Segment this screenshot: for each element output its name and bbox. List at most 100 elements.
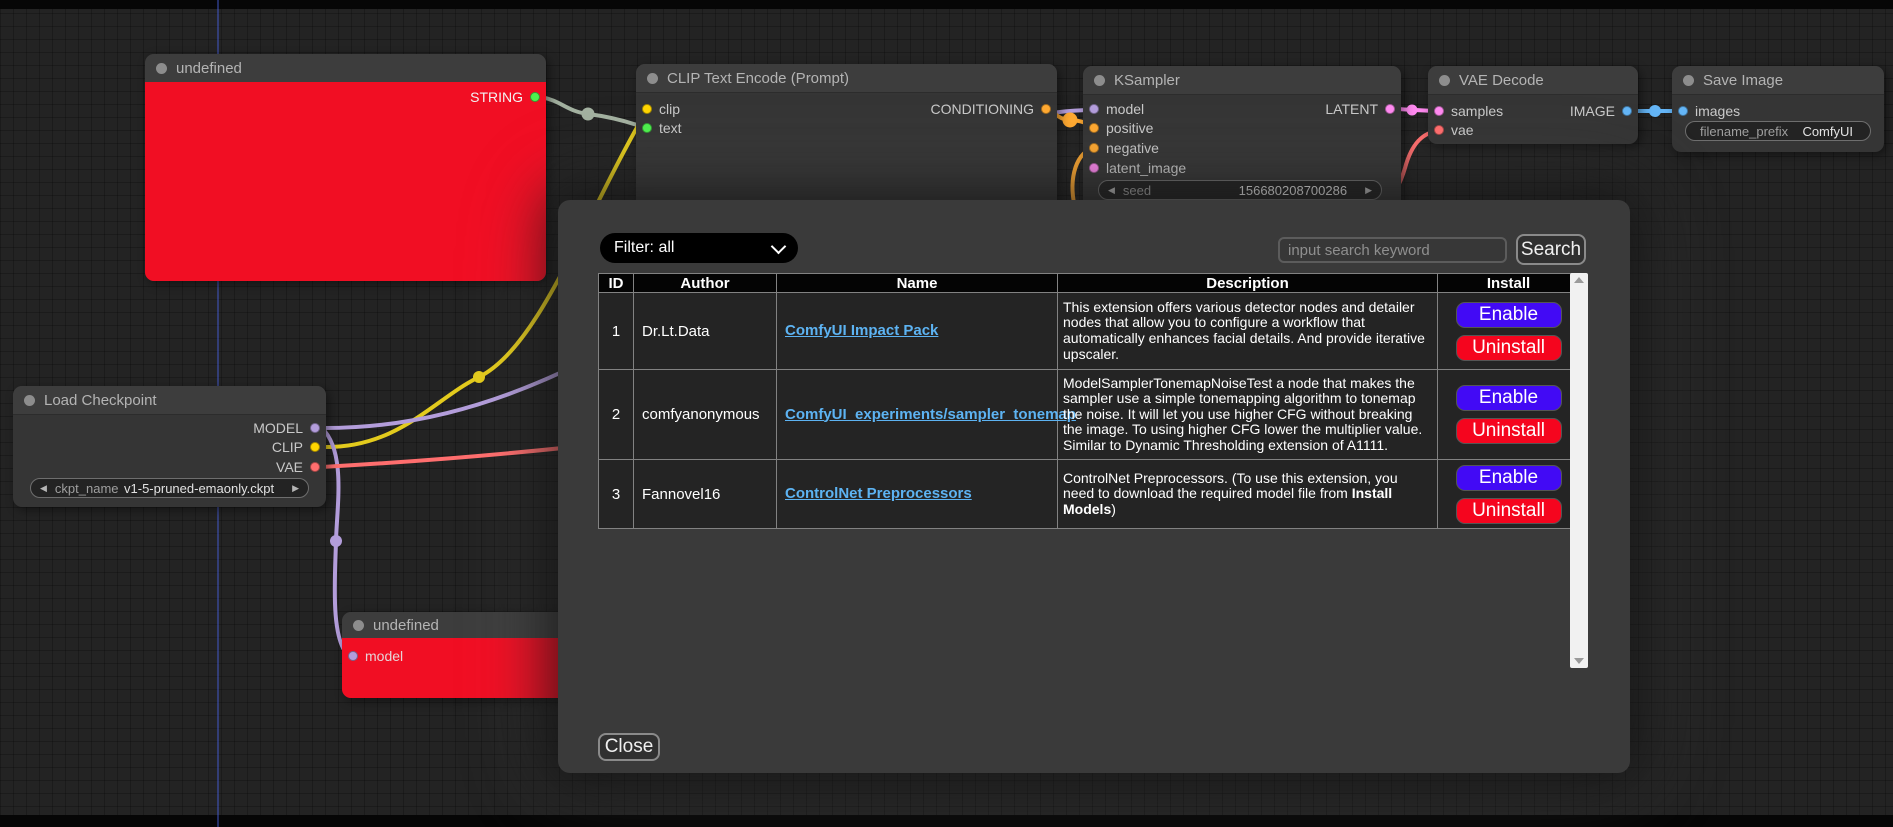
seed-widget[interactable]: ◀ seed 156680208700286 ▶ [1098,180,1382,200]
slot-label: VAE [276,459,303,475]
reroute-dot-latent[interactable] [1407,105,1418,116]
node-undefined-top[interactable]: undefined STRING [145,54,546,281]
string-output-dot[interactable] [530,92,540,102]
node-collapse-dot[interactable] [156,63,167,74]
uninstall-button[interactable]: Uninstall [1456,335,1562,361]
input-slot-model[interactable]: model [348,647,403,665]
extension-link[interactable]: ComfyUI_experiments/sampler_tonemap [785,406,1076,423]
node-collapse-dot[interactable] [1683,75,1694,86]
table-scrollbar[interactable] [1570,273,1588,668]
conditioning-output-dot[interactable] [1041,104,1051,114]
samples-input-dot[interactable] [1434,106,1444,116]
node-header[interactable]: KSampler [1083,66,1401,95]
node-title: Load Checkpoint [44,392,157,409]
output-slot-string[interactable]: STRING [470,88,540,106]
clip-output-dot[interactable] [310,442,320,452]
header-description: Description [1058,274,1438,293]
input-slot-images[interactable]: images [1678,102,1740,120]
row-name-cell: ComfyUI_experiments/sampler_tonemap [777,370,1058,460]
node-header[interactable]: undefined [145,54,546,83]
output-slot-clip[interactable]: CLIP [272,438,320,456]
close-button[interactable]: Close [598,733,660,761]
row-install-cell: Enable Uninstall [1438,293,1580,370]
reroute-dot-string[interactable] [582,108,595,121]
node-collapse-dot[interactable] [353,620,364,631]
search-button[interactable]: Search [1516,234,1586,265]
enable-button[interactable]: Enable [1456,465,1562,491]
filter-select-value: Filter: all [614,239,674,257]
reroute-dot-image[interactable] [1649,105,1661,117]
extension-manager-dialog: Filter: all Search ID Author Name Descri… [558,200,1630,773]
node-load-checkpoint[interactable]: Load Checkpoint MODEL CLIP VAE ◀ ckpt_na… [13,386,326,507]
input-slot-clip[interactable]: clip [642,100,680,118]
slot-label: CONDITIONING [931,101,1034,117]
node-header[interactable]: Save Image [1672,66,1884,95]
node-header[interactable]: CLIP Text Encode (Prompt) [636,64,1057,93]
vae-input-dot[interactable] [1434,125,1444,135]
ckpt-name-widget[interactable]: ◀ ckpt_name v1-5-pruned-emaonly.ckpt ▶ [30,478,309,498]
uninstall-button[interactable]: Uninstall [1456,498,1562,524]
latent-image-input-dot[interactable] [1089,163,1099,173]
enable-button[interactable]: Enable [1456,385,1562,411]
enable-button[interactable]: Enable [1456,302,1562,328]
node-collapse-dot[interactable] [24,395,35,406]
image-output-dot[interactable] [1622,106,1632,116]
input-slot-text[interactable]: text [642,119,682,137]
node-vae-decode[interactable]: VAE Decode samples vae IMAGE [1428,66,1638,144]
model-output-dot[interactable] [310,423,320,433]
input-slot-vae[interactable]: vae [1434,121,1474,139]
filename-prefix-widget[interactable]: filename_prefix ComfyUI [1685,121,1871,141]
description-text: ControlNet Preprocessors. (To use this e… [1063,470,1398,502]
slot-label: model [1106,101,1144,117]
negative-input-dot[interactable] [1089,143,1099,153]
extensions-table-body: 1Dr.Lt.DataComfyUI Impact PackThis exten… [599,293,1580,529]
node-collapse-dot[interactable] [1094,75,1105,86]
filter-select[interactable]: Filter: all [600,233,798,263]
input-slot-samples[interactable]: samples [1434,102,1503,120]
input-slot-latent-image[interactable]: latent_image [1089,159,1186,177]
widget-increment-arrow[interactable]: ▶ [292,478,299,498]
clip-input-dot[interactable] [642,104,652,114]
input-slot-positive[interactable]: positive [1089,119,1153,137]
search-input[interactable] [1278,237,1507,263]
model-input-dot[interactable] [1089,104,1099,114]
reroute-dot-conditioning[interactable] [1063,113,1078,128]
header-id: ID [599,274,634,293]
node-collapse-dot[interactable] [1439,75,1450,86]
images-input-dot[interactable] [1678,106,1688,116]
header-name: Name [777,274,1058,293]
node-header[interactable]: Load Checkpoint [13,386,326,415]
output-slot-image[interactable]: IMAGE [1570,102,1632,120]
header-author: Author [634,274,777,293]
node-collapse-dot[interactable] [647,73,658,84]
scroll-up-icon[interactable] [1574,277,1584,283]
input-slot-negative[interactable]: negative [1089,139,1159,157]
output-slot-vae[interactable]: VAE [276,458,320,476]
output-slot-latent[interactable]: LATENT [1325,100,1395,118]
output-slot-conditioning[interactable]: CONDITIONING [931,100,1051,118]
text-input-dot[interactable] [642,123,652,133]
node-title: VAE Decode [1459,72,1544,89]
extension-link[interactable]: ControlNet Preprocessors [785,485,972,502]
slot-label: model [365,648,403,664]
slot-label: vae [1451,122,1474,138]
widget-decrement-arrow[interactable]: ◀ [40,478,47,498]
scroll-down-icon[interactable] [1574,658,1584,664]
widget-increment-arrow[interactable]: ▶ [1365,180,1372,200]
input-slot-model[interactable]: model [1089,100,1144,118]
model-input-dot[interactable] [348,651,358,661]
positive-input-dot[interactable] [1089,123,1099,133]
node-header[interactable]: VAE Decode [1428,66,1638,95]
widget-label: seed [1123,183,1151,198]
widget-decrement-arrow[interactable]: ◀ [1108,180,1115,200]
reroute-dot-model[interactable] [330,535,342,547]
extension-link[interactable]: ComfyUI Impact Pack [785,322,938,339]
vae-output-dot[interactable] [310,462,320,472]
uninstall-button[interactable]: Uninstall [1456,418,1562,444]
row-author-cell: comfyanonymous [634,370,777,460]
output-slot-model[interactable]: MODEL [253,419,320,437]
row-author-cell: Dr.Lt.Data [634,293,777,370]
latent-output-dot[interactable] [1385,104,1395,114]
node-save-image[interactable]: Save Image images filename_prefix ComfyU… [1672,66,1884,152]
reroute-dot-clip[interactable] [473,371,485,383]
